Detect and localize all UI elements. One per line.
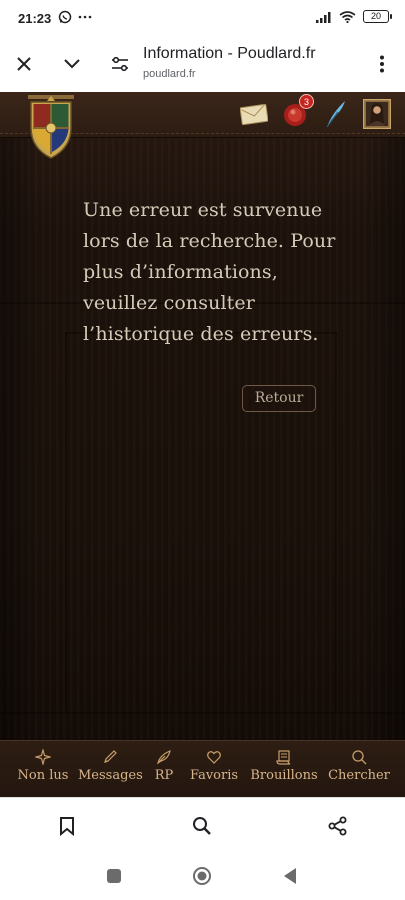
battery-icon: 20 [363, 10, 392, 23]
scroll-icon [276, 750, 291, 765]
site-settings-icon[interactable] [106, 50, 134, 78]
home-icon[interactable] [192, 866, 212, 886]
nav-label: Brouillons [250, 768, 318, 783]
recents-icon[interactable] [104, 866, 124, 886]
more-dots-icon [78, 15, 92, 19]
kebab-menu-icon[interactable] [368, 50, 396, 78]
nav-item-non-lus[interactable]: Non lus [14, 749, 72, 783]
wood-panel-line [65, 332, 67, 712]
nav-label: RP [154, 768, 174, 783]
nav-item-favoris[interactable]: Favoris [186, 749, 242, 783]
nav-label: Favoris [189, 768, 239, 783]
page-title[interactable]: Information - Poudlard.fr [143, 45, 316, 63]
battery-level: 20 [370, 11, 381, 21]
nav-item-brouillons[interactable]: Brouillons [248, 749, 320, 783]
back-icon[interactable] [280, 866, 300, 886]
search-icon[interactable] [190, 814, 214, 838]
status-time: 21:23 [18, 11, 52, 26]
page-url[interactable]: poudlard.fr [143, 68, 196, 80]
sparkle-icon [35, 749, 51, 765]
search-icon [352, 750, 367, 765]
red-seal-icon[interactable]: 3 [279, 94, 314, 130]
nav-item-chercher[interactable]: Chercher [326, 749, 392, 783]
error-message: Une erreur est survenue lors de la reche… [83, 199, 336, 345]
quill-icon[interactable] [320, 98, 352, 130]
back-button[interactable]: Retour [242, 385, 316, 412]
nav-label: Non lus [17, 768, 69, 783]
nav-label: Messages [78, 768, 143, 783]
feather-icon [157, 750, 171, 765]
android-nav-bar [0, 852, 405, 900]
nav-label: Chercher [328, 768, 390, 783]
browser-toolbar: Information - Poudlard.fr poudlard.fr [0, 36, 405, 92]
wood-panel-line [0, 712, 405, 714]
bookmark-icon[interactable] [55, 814, 79, 838]
share-icon[interactable] [326, 814, 350, 838]
hogwarts-crest-icon[interactable] [22, 92, 80, 162]
wood-panel-line [335, 332, 337, 712]
nav-item-rp[interactable]: RP [148, 749, 180, 783]
site-content: 3 Une erreur est survenue lors de la rec… [0, 92, 405, 797]
avatar-portrait[interactable] [361, 98, 393, 130]
browser-bottom-bar [0, 797, 405, 852]
site-bottom-nav: Non lus Messages RP Favoris Brouillons C… [0, 740, 405, 797]
heart-icon [207, 751, 221, 764]
wifi-icon [339, 10, 356, 23]
envelope-icon[interactable] [238, 98, 270, 130]
nav-item-messages[interactable]: Messages [78, 749, 143, 783]
whatsapp-icon [58, 10, 72, 24]
status-bar: 21:23 20 [0, 0, 405, 36]
notification-badge: 3 [299, 94, 314, 109]
signal-icon [316, 11, 331, 23]
chevron-down-icon[interactable] [58, 50, 86, 78]
close-icon[interactable] [10, 50, 38, 78]
pen-icon [104, 750, 117, 763]
